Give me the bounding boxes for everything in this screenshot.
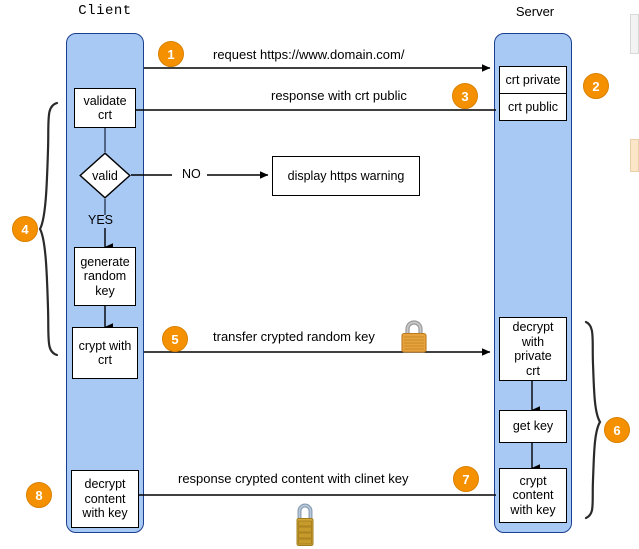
combination-padlock-icon — [296, 503, 314, 546]
padlock-icon — [401, 320, 427, 353]
node-display-https-warning: display https warning — [272, 156, 420, 196]
server-node-crt-private: crt private — [499, 66, 567, 94]
message-label-1: request https://www.domain.com/ — [213, 47, 405, 62]
branch-label-no: NO — [182, 167, 201, 181]
step-badge-2: 2 — [583, 73, 609, 99]
sequence-diagram-canvas: Client Server validate crt valid generat… — [0, 0, 639, 549]
branch-label-yes: YES — [88, 213, 114, 227]
step-badge-8: 8 — [26, 482, 52, 508]
server-lane-title: Server — [515, 4, 555, 19]
client-node-valid-label: valid — [92, 168, 118, 183]
step-badge-3: 3 — [452, 83, 478, 109]
client-node-valid-decision: valid — [79, 152, 131, 199]
client-node-crypt-with-crt: crypt with crt — [72, 327, 138, 379]
server-node-crt-public: crt public — [499, 93, 567, 121]
edge-artifact-top — [630, 14, 639, 54]
message-label-5: transfer crypted random key — [213, 329, 375, 344]
server-node-get-key: get key — [499, 410, 567, 443]
message-label-7: response crypted content with clinet key — [178, 471, 409, 486]
step-badge-7: 7 — [453, 466, 479, 492]
server-node-decrypt-with-private-crt: decrypt with private crt — [499, 317, 567, 381]
step-badge-1: 1 — [158, 41, 184, 67]
message-label-3: response with crt public — [271, 88, 407, 103]
edge-artifact-middle — [630, 139, 639, 172]
step-badge-4: 4 — [12, 216, 38, 242]
client-node-decrypt-content-with-key: decrypt content with key — [71, 470, 139, 528]
client-node-generate-random-key: generate random key — [74, 247, 136, 306]
step-badge-6: 6 — [604, 417, 630, 443]
client-node-validate-crt: validate crt — [74, 88, 136, 128]
client-lane-title: Client — [78, 3, 132, 19]
server-node-crypt-content-with-key: crypt content with key — [499, 468, 567, 523]
step-badge-5: 5 — [162, 326, 188, 352]
